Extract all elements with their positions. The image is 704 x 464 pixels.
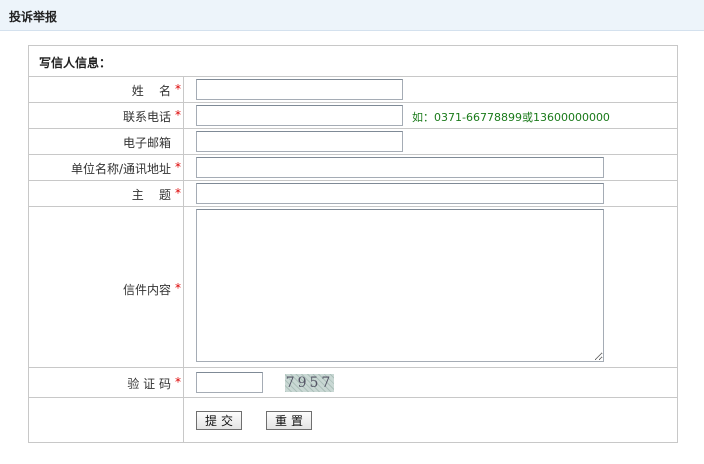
content-label-cell: 信件内容 * xyxy=(29,207,184,367)
content-textarea[interactable] xyxy=(196,209,604,362)
address-input[interactable] xyxy=(196,157,604,178)
complaint-form: 写信人信息： 姓 名 * 联系电话 * 如：0371-66778899或1360… xyxy=(28,45,678,443)
email-input[interactable] xyxy=(196,131,403,152)
subject-input[interactable] xyxy=(196,183,604,204)
address-label: 单位名称/通讯地址 xyxy=(70,162,171,176)
content-label: 信件内容 xyxy=(122,283,171,297)
name-label-cell: 姓 名 * xyxy=(29,77,184,102)
address-row: 单位名称/通讯地址 * xyxy=(29,155,677,181)
captcha-row: 验 证 码 * 7957 xyxy=(29,368,677,398)
subject-label-cell: 主 题 * xyxy=(29,181,184,206)
email-label-cell: 电子邮箱 xyxy=(29,129,184,154)
captcha-label: 验 证 码 xyxy=(127,377,171,391)
captcha-label-cell: 验 证 码 * xyxy=(29,368,184,397)
required-mark: * xyxy=(175,82,181,96)
buttons-row: 提交 重置 xyxy=(29,398,677,443)
section-title: 写信人信息： xyxy=(39,56,112,70)
phone-row: 联系电话 * 如：0371-66778899或13600000000 xyxy=(29,103,677,129)
phone-format-hint: 如：0371-66778899或13600000000 xyxy=(412,111,610,124)
subject-row: 主 题 * xyxy=(29,181,677,207)
top-header-bar: 投诉举报 xyxy=(0,0,704,31)
subject-label: 主 题 xyxy=(131,188,171,202)
required-mark: * xyxy=(175,375,181,389)
phone-label: 联系电话 xyxy=(122,110,171,124)
captcha-input[interactable] xyxy=(196,372,263,393)
name-label: 姓 名 xyxy=(131,84,171,98)
phone-input[interactable] xyxy=(196,105,403,126)
reset-button[interactable]: 重置 xyxy=(266,411,312,430)
required-mark: * xyxy=(175,281,181,295)
address-label-cell: 单位名称/通讯地址 * xyxy=(29,155,184,180)
name-row: 姓 名 * xyxy=(29,77,677,103)
email-row: 电子邮箱 xyxy=(29,129,677,155)
captcha-image[interactable]: 7957 xyxy=(285,374,334,392)
email-label: 电子邮箱 xyxy=(122,136,171,150)
buttons-label-cell xyxy=(29,398,184,443)
name-input[interactable] xyxy=(196,79,403,100)
phone-label-cell: 联系电话 * xyxy=(29,103,184,128)
required-mark: * xyxy=(175,186,181,200)
form-section-header: 写信人信息： xyxy=(29,46,677,77)
page-title: 投诉举报 xyxy=(9,10,58,24)
required-mark: * xyxy=(175,160,181,174)
required-mark: * xyxy=(175,108,181,122)
content-row: 信件内容 * xyxy=(29,207,677,368)
submit-button[interactable]: 提交 xyxy=(196,411,242,430)
